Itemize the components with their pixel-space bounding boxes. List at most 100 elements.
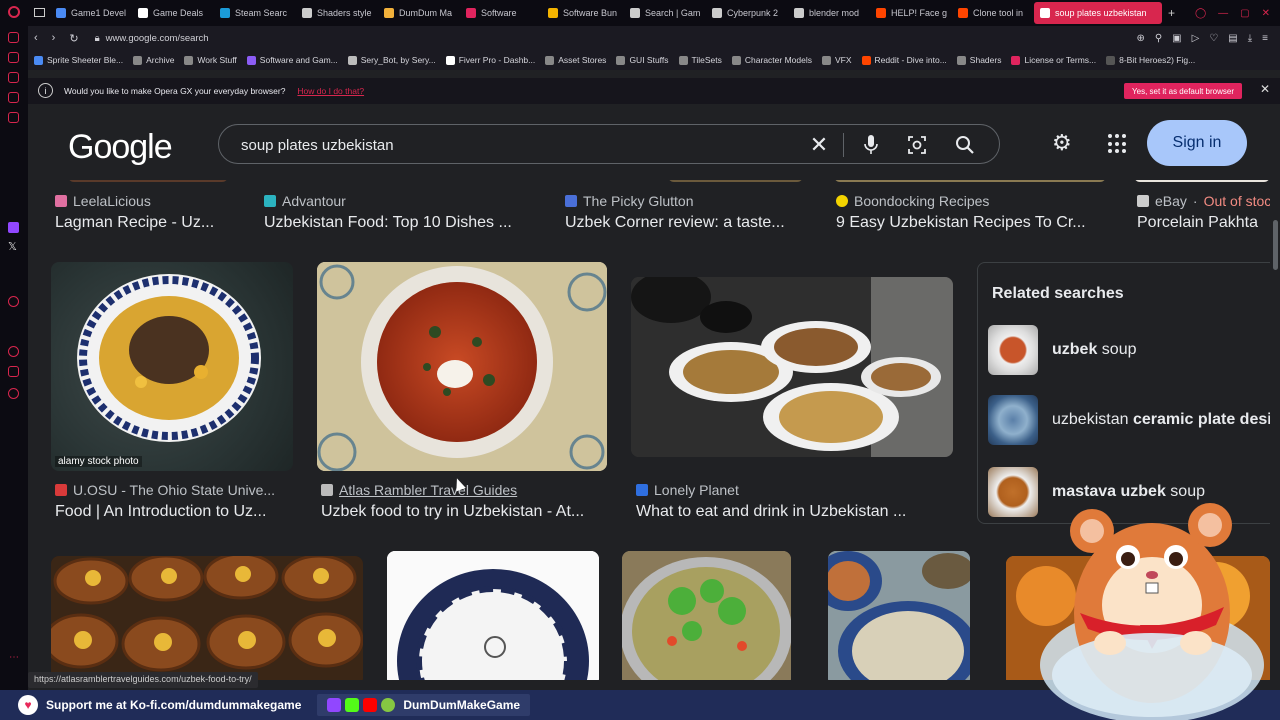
top-row-image-edge[interactable] [1134, 180, 1270, 182]
bookmark-item[interactable]: GUI Stuffs [616, 55, 669, 65]
minimize-icon[interactable]: — [1218, 8, 1228, 19]
result-source[interactable]: eBay·Out of stock [1137, 193, 1270, 209]
tab-8[interactable]: Cyberpunk 2 [706, 2, 788, 24]
bookmark-item[interactable]: Work Stuff [184, 55, 237, 65]
tab-11[interactable]: Clone tool in [952, 2, 1034, 24]
related-search-item[interactable]: uzbekistan ceramic plate desig [988, 395, 1270, 445]
result-source[interactable]: Boondocking Recipes [836, 193, 989, 209]
voice-search-icon[interactable] [859, 133, 883, 157]
result-title[interactable]: Uzbek food to try in Uzbekistan - At... [321, 503, 611, 521]
tab-0[interactable]: Game1 Devel [50, 2, 132, 24]
bookmark-item[interactable]: VFX [821, 55, 852, 65]
opera-logo-icon[interactable] [8, 6, 20, 18]
result-image-blue-plate[interactable] [387, 551, 599, 680]
tab-10[interactable]: HELP! Face g [870, 2, 952, 24]
workspace-icon[interactable] [34, 8, 45, 17]
result-source[interactable]: Atlas Rambler Travel Guides [321, 482, 517, 498]
result-source[interactable]: LeelaLicious [55, 193, 151, 209]
bookmark-item[interactable]: 8-Bit Heroes2) Fig... [1106, 55, 1195, 65]
new-tab-icon[interactable]: + [1168, 6, 1175, 20]
result-image-soup-bowl[interactable] [317, 262, 607, 471]
bookmark-item[interactable]: Fiverr Pro - Dashb... [445, 55, 535, 65]
sidebar-x-icon[interactable]: 𝕏 [8, 240, 17, 253]
scrollbar-thumb[interactable] [1273, 220, 1278, 270]
search-tabs-icon[interactable]: ◯ [1195, 8, 1206, 19]
result-title[interactable]: Porcelain Pakhta [1137, 214, 1270, 232]
sidebar-extensions-icon[interactable] [8, 366, 19, 377]
sidebar-home-icon[interactable] [8, 32, 19, 43]
top-row-image-edge[interactable] [68, 180, 228, 182]
result-title[interactable]: 9 Easy Uzbekistan Recipes To Cr... [836, 214, 1116, 232]
tab-9[interactable]: blender mod [788, 2, 870, 24]
result-image-plov[interactable]: alamy stock photo [51, 262, 293, 471]
bookmark-item[interactable]: Sprite Sheeter Ble... [34, 55, 123, 65]
infobar-close-icon[interactable]: ✕ [1260, 82, 1270, 96]
settings-gear-icon[interactable]: ⚙ [1052, 130, 1072, 156]
tab-3[interactable]: Shaders style [296, 2, 378, 24]
set-default-browser-button[interactable]: Yes, set it as default browser [1124, 83, 1242, 99]
sidebar-twitch-icon[interactable] [8, 222, 19, 233]
search-input[interactable] [241, 133, 761, 157]
result-image-soup-blue-bowls[interactable] [828, 551, 970, 680]
tab-4[interactable]: DumDum Ma [378, 2, 460, 24]
google-logo[interactable]: Google [68, 128, 173, 167]
sidebar-history-icon[interactable] [8, 296, 19, 307]
sidebar-more-icon[interactable]: ⋯ [9, 652, 19, 663]
tab-1[interactable]: Game Deals [132, 2, 214, 24]
close-window-icon[interactable]: ✕ [1262, 8, 1270, 19]
wallet-icon[interactable]: ▤ [1228, 33, 1237, 44]
sidebar-clock-icon[interactable] [8, 346, 19, 357]
download-icon[interactable]: ⤓ [1248, 33, 1252, 44]
url-field[interactable]: www.google.com/search [106, 33, 209, 44]
heart-icon[interactable]: ♡ [1209, 33, 1218, 44]
result-source[interactable]: The Picky Glutton [565, 193, 694, 209]
result-title[interactable]: Uzbek Corner review: a taste... [565, 214, 815, 232]
result-title[interactable]: Uzbekistan Food: Top 10 Dishes ... [264, 214, 544, 232]
search-icon[interactable] [953, 133, 977, 157]
bookmark-item[interactable]: Sery_Bot, by Sery... [347, 55, 436, 65]
tab-7[interactable]: Search | Gam [624, 2, 706, 24]
send-icon[interactable]: ▷ [1192, 33, 1200, 44]
tab-5[interactable]: Software [460, 2, 542, 24]
bookmark-item[interactable]: TileSets [678, 55, 722, 65]
zoom-icon[interactable]: ⊕ [1136, 33, 1144, 44]
sidebar-player-icon[interactable] [8, 72, 19, 83]
sign-in-button[interactable]: Sign in [1147, 120, 1247, 166]
menu-icon[interactable]: ≡ [1262, 33, 1268, 44]
related-search-item[interactable]: uzbek soup [988, 325, 1270, 375]
bookmark-item[interactable]: Asset Stores [545, 55, 606, 65]
reload-icon[interactable]: ↻ [69, 32, 78, 45]
result-title[interactable]: Lagman Recipe - Uz... [55, 214, 245, 232]
bookmark-item[interactable]: Character Models [731, 55, 812, 65]
top-row-image-edge[interactable] [668, 180, 803, 182]
result-title[interactable]: What to eat and drink in Uzbekistan ... [636, 503, 936, 521]
tab-2[interactable]: Steam Searc [214, 2, 296, 24]
result-title[interactable]: Food | An Introduction to Uz... [55, 503, 295, 521]
tab-12[interactable]: soup plates uzbekistan [1034, 2, 1162, 24]
bookmark-item[interactable]: Shaders [956, 55, 1001, 65]
sidebar-settings-icon[interactable] [8, 388, 19, 399]
forward-icon[interactable]: › [52, 32, 56, 45]
bookmark-item[interactable]: Archive [133, 55, 174, 65]
back-icon[interactable]: ‹ [34, 32, 38, 45]
google-apps-icon[interactable] [1108, 134, 1128, 154]
bookmark-item[interactable]: Software and Gam... [246, 55, 338, 65]
pin-icon[interactable]: ⚲ [1155, 33, 1162, 44]
tab-6[interactable]: Software Bun [542, 2, 624, 24]
maximize-icon[interactable]: ▢ [1240, 8, 1249, 19]
result-source[interactable]: U.OSU - The Ohio State Unive... [55, 482, 275, 498]
bookmark-item[interactable]: License or Terms... [1011, 55, 1096, 65]
result-image-bowls-grid[interactable] [51, 556, 363, 680]
bookmark-item[interactable]: Reddit - Dive into... [861, 55, 947, 65]
result-source[interactable]: Advantour [264, 193, 346, 209]
lock-icon[interactable]: 🔒︎ [95, 33, 100, 44]
sidebar-gx-icon[interactable] [8, 52, 19, 63]
result-image-plates-serving[interactable] [631, 277, 953, 457]
image-search-icon[interactable] [905, 133, 929, 157]
infobar-link[interactable]: How do I do that? [297, 86, 364, 96]
snapshot-icon[interactable]: ▣ [1172, 33, 1181, 44]
clear-search-icon[interactable]: ✕ [807, 132, 831, 157]
top-row-image-edge[interactable] [834, 180, 1106, 182]
result-source[interactable]: Lonely Planet [636, 482, 739, 498]
sidebar-tv-icon[interactable] [8, 112, 19, 123]
